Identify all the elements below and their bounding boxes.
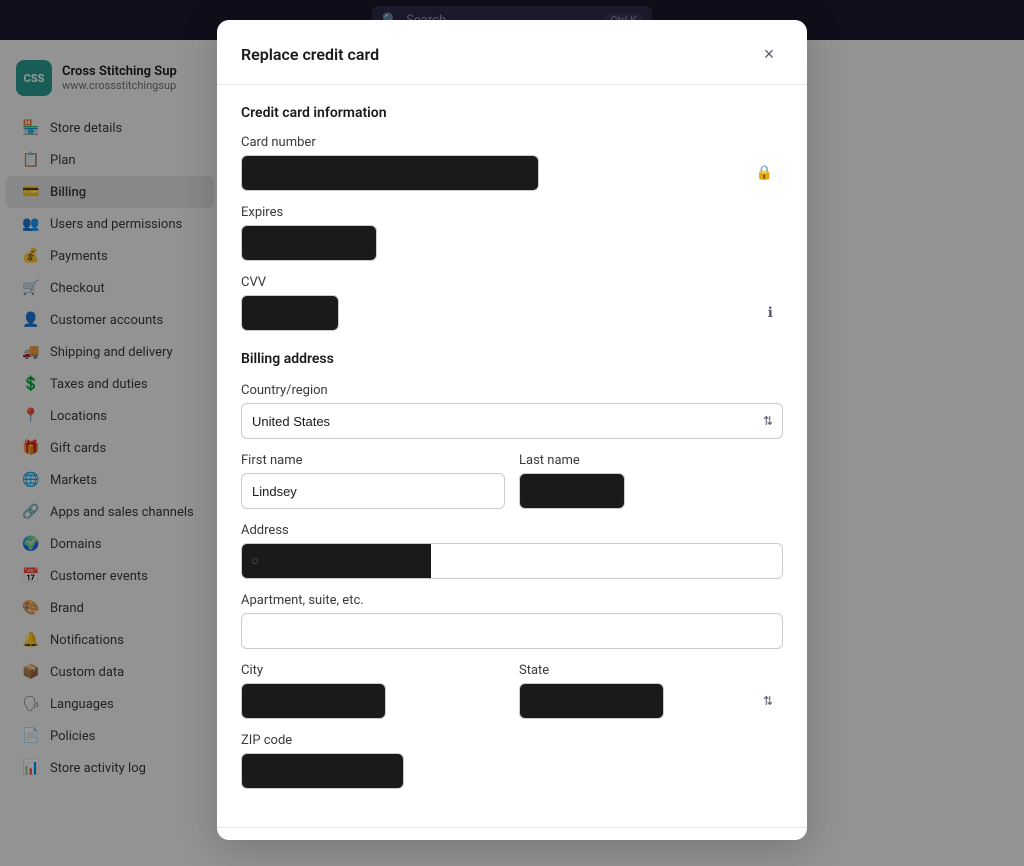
- address-group: Address ○: [241, 523, 783, 579]
- card-number-input[interactable]: [241, 155, 539, 191]
- modal-body: Credit card information Card number 🔒 Ex…: [217, 85, 807, 827]
- apt-label: Apartment, suite, etc.: [241, 593, 783, 608]
- last-name-group: Last name: [519, 453, 783, 509]
- apt-input[interactable]: [241, 613, 783, 649]
- address-input[interactable]: [241, 543, 783, 579]
- cvv-wrapper: ℹ: [241, 295, 783, 331]
- lock-icon: 🔒: [756, 165, 773, 181]
- city-input[interactable]: [241, 683, 386, 719]
- address-label: Address: [241, 523, 783, 538]
- modal-header: Replace credit card ×: [217, 20, 807, 85]
- state-group: State ●●●● ⇅: [519, 663, 783, 719]
- address-wrapper: ○: [241, 543, 783, 579]
- last-name-input[interactable]: [519, 473, 625, 509]
- card-number-label: Card number: [241, 135, 783, 150]
- city-label: City: [241, 663, 505, 678]
- state-select-wrapper: ●●●● ⇅: [519, 683, 783, 719]
- location-icon: ○: [251, 553, 259, 569]
- modal-overlay: Replace credit card × Credit card inform…: [0, 0, 1024, 866]
- credit-card-section-title: Credit card information: [241, 105, 783, 121]
- close-icon: ×: [764, 44, 775, 65]
- close-modal-button[interactable]: ×: [755, 40, 783, 68]
- first-name-label: First name: [241, 453, 505, 468]
- modal-title: Replace credit card: [241, 45, 379, 64]
- state-select[interactable]: ●●●●: [519, 683, 664, 719]
- expires-input[interactable]: [241, 225, 377, 261]
- expires-group: Expires: [241, 205, 783, 261]
- first-name-input[interactable]: [241, 473, 505, 509]
- expires-label: Expires: [241, 205, 783, 220]
- zip-input[interactable]: [241, 753, 404, 789]
- zip-label: ZIP code: [241, 733, 783, 748]
- country-label: Country/region: [241, 383, 783, 398]
- cvv-input[interactable]: [241, 295, 339, 331]
- city-state-row: City State ●●●● ⇅: [241, 663, 783, 733]
- apt-group: Apartment, suite, etc.: [241, 593, 783, 649]
- zip-group: ZIP code: [241, 733, 783, 789]
- last-name-label: Last name: [519, 453, 783, 468]
- modal-footer: Cancel Replace credit card: [217, 827, 807, 840]
- cvv-label: CVV: [241, 275, 783, 290]
- name-row: First name Last name: [241, 453, 783, 523]
- country-group: Country/region United States ⇅: [241, 383, 783, 439]
- state-label: State: [519, 663, 783, 678]
- replace-credit-card-modal: Replace credit card × Credit card inform…: [217, 20, 807, 840]
- state-select-arrows-icon: ⇅: [763, 694, 773, 708]
- city-group: City: [241, 663, 505, 719]
- card-number-wrapper: 🔒: [241, 155, 783, 191]
- first-name-group: First name: [241, 453, 505, 509]
- section-divider: Billing address: [241, 351, 783, 367]
- country-select[interactable]: United States: [241, 403, 783, 439]
- cvv-group: CVV ℹ: [241, 275, 783, 331]
- card-number-group: Card number 🔒: [241, 135, 783, 191]
- billing-address-section-title: Billing address: [241, 351, 783, 367]
- country-select-wrapper: United States ⇅: [241, 403, 783, 439]
- info-icon: ℹ: [768, 305, 773, 321]
